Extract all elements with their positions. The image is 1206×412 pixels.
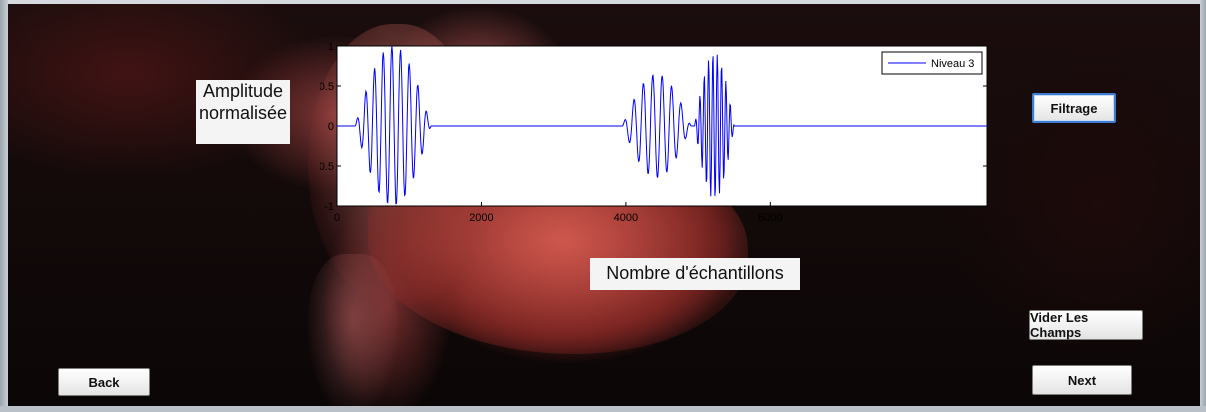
x-axis-label: Nombre d'échantillons: [590, 258, 800, 290]
y-tick-label: -1: [324, 201, 334, 213]
signal-plot: 1 0.5 0 -0.5 -1 0 2000 4000 6000 Niveau 3: [320, 41, 988, 224]
y-axis-label: Amplitude normalisée: [196, 80, 290, 144]
y-tick-label: -0.5: [320, 161, 334, 173]
y-axis-label-line1: Amplitude: [202, 81, 284, 101]
filtrage-button[interactable]: Filtrage: [1032, 93, 1116, 123]
heart-vessel-shape: [308, 254, 398, 406]
y-axis-label-line2: normalisée: [198, 103, 288, 123]
window-frame-right: [1200, 0, 1206, 412]
back-button[interactable]: Back: [58, 368, 150, 396]
chart-legend: Niveau 3: [881, 51, 983, 75]
x-tick-label: 2000: [469, 212, 493, 224]
x-tick-label: 0: [334, 212, 340, 224]
window-frame-left: [0, 0, 8, 412]
y-tick-label: 0: [328, 121, 334, 133]
app-window: Amplitude normalisée Nombre d'échantillo…: [0, 0, 1206, 412]
window-frame-bottom: [0, 406, 1206, 412]
y-tick-label: 0.5: [320, 81, 334, 93]
y-tick-label: 1: [328, 41, 334, 53]
x-tick-label: 4000: [614, 212, 638, 224]
next-button[interactable]: Next: [1032, 365, 1132, 395]
vider-les-champs-button[interactable]: Vider Les Champs: [1029, 310, 1143, 340]
legend-label: Niveau 3: [931, 58, 974, 70]
x-tick-label: 6000: [758, 212, 782, 224]
